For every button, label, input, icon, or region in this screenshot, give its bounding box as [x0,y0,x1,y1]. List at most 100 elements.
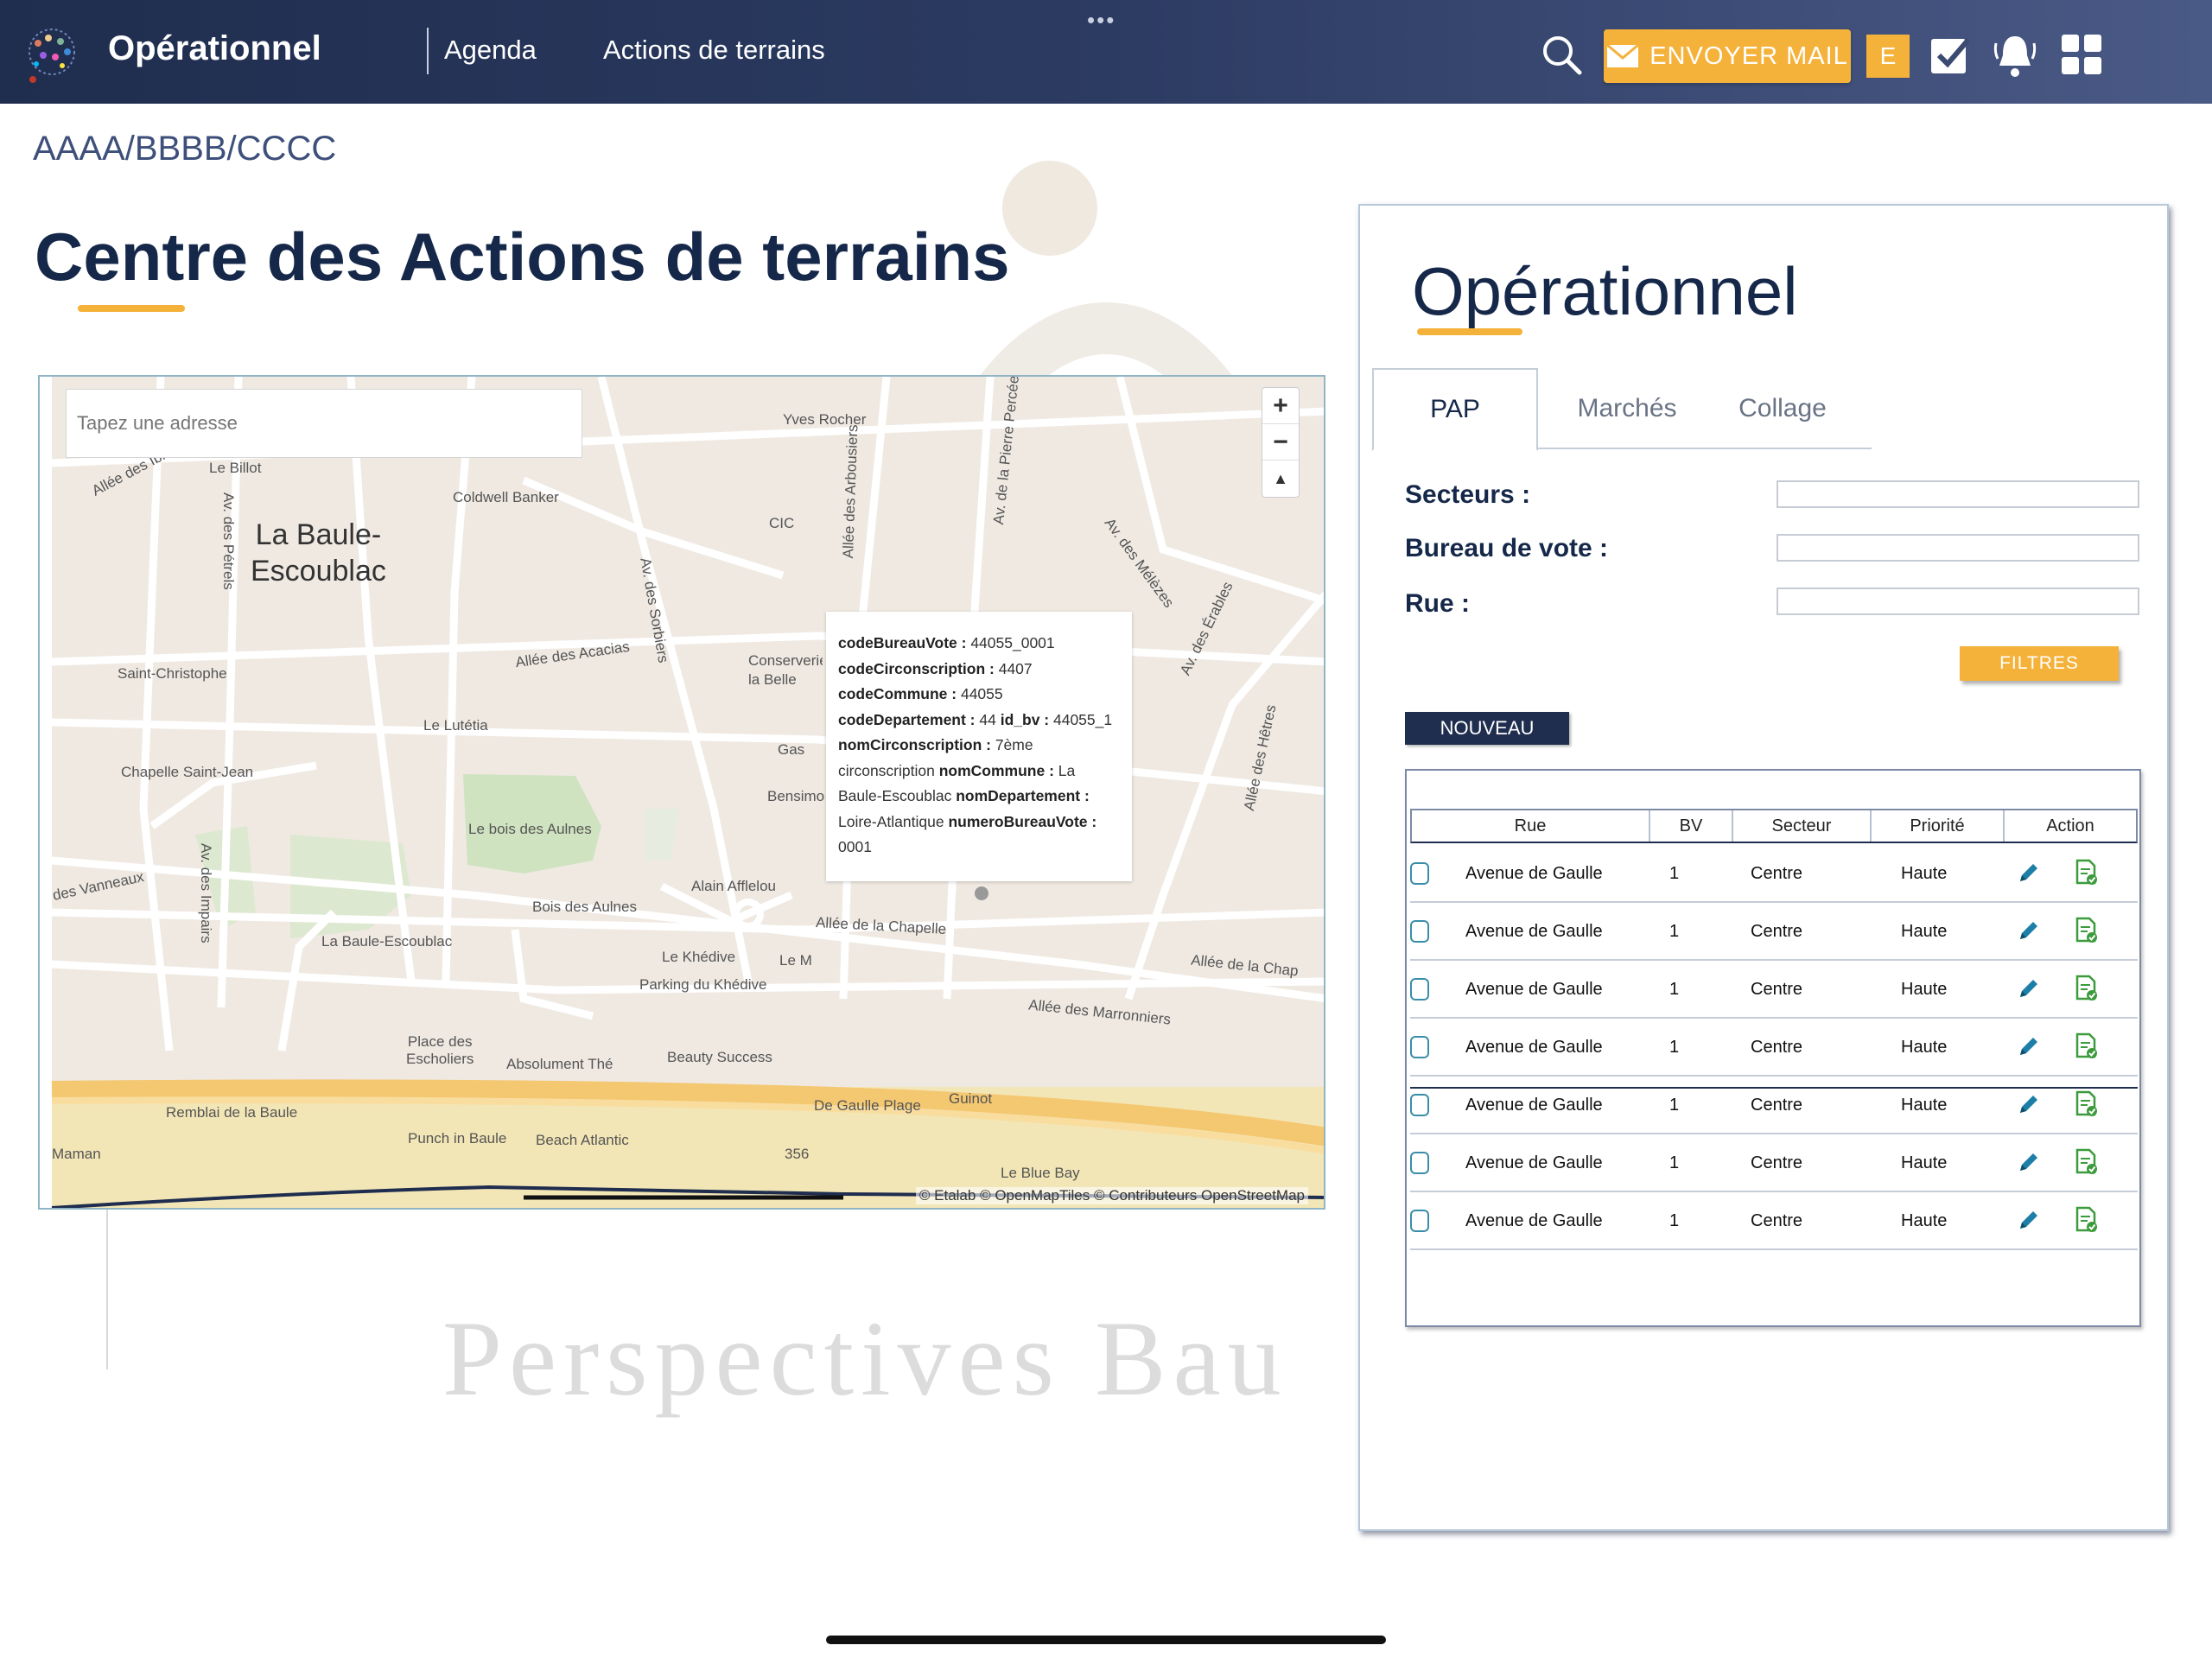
document-validate-icon[interactable] [2075,859,2098,886]
zoom-out-button[interactable]: − [1262,424,1299,461]
map-poi-label: Bensimon [767,788,824,804]
title-underline [78,305,185,312]
map-city-label: La Baule- Escoublac [251,518,386,588]
map-poi-label: Beauty Success [667,1049,772,1065]
rue-label: Rue : [1405,589,1470,618]
table-header: Rue BV Secteur Priorité Action [1410,809,2138,843]
secteurs-input[interactable] [1777,480,2139,508]
breadcrumb[interactable]: AAAA/BBBB/CCCC [33,130,336,168]
send-mail-button[interactable]: ENVOYER MAIL [1604,29,1851,83]
map-poi-label: Parking du Khédive [639,976,767,993]
zoom-in-button[interactable]: + [1262,388,1299,424]
document-validate-icon[interactable] [2075,975,2098,1002]
brain-logo-icon[interactable] [21,26,88,86]
popup-key: codeCommune : [838,685,957,702]
row-checkbox[interactable] [1410,1152,1429,1174]
mail-icon [1606,44,1640,67]
cell-rue: Avenue de Gaulle [1465,1211,1603,1230]
document-validate-icon[interactable] [2075,1148,2098,1176]
map-poi-label: 356 [785,1146,810,1162]
edit-pencil-icon[interactable] [2017,1208,2041,1232]
map-street-label: Av. des Impairs [198,843,214,943]
table-row[interactable]: Avenue de Gaulle 1 Centre Haute [1410,1077,2138,1134]
edit-pencil-icon[interactable] [2017,1034,2041,1058]
col-rue[interactable]: Rue [1412,810,1650,842]
map[interactable]: La Baule- Escoublac Yves Rocher Le Billot… [38,375,1325,1210]
row-checkbox[interactable] [1410,1094,1429,1116]
bell-icon[interactable] [1993,31,2037,81]
document-validate-icon[interactable] [2075,1032,2098,1060]
app-root: Opérationnel Agenda Actions de terrains … [0,0,2212,1658]
apps-grid-icon[interactable] [2062,35,2101,74]
nav-actions-de-terrains[interactable]: Actions de terrains [603,35,825,66]
document-validate-icon[interactable] [2075,1090,2098,1118]
nav-divider [427,28,429,74]
nav-agenda[interactable]: Agenda [444,35,537,66]
rue-input[interactable] [1777,588,2139,615]
nouveau-button[interactable]: NOUVEAU [1405,712,1569,745]
row-checkbox[interactable] [1410,862,1429,885]
col-secteur[interactable]: Secteur [1733,810,1872,842]
edit-pencil-icon[interactable] [2017,976,2041,1001]
row-checkbox[interactable] [1410,920,1429,943]
app-title: Opérationnel [108,29,321,67]
row-checkbox[interactable] [1410,1036,1429,1058]
cell-rue: Avenue de Gaulle [1465,1096,1603,1115]
table-row[interactable]: Avenue de Gaulle 1 Centre Haute [1410,845,2138,903]
map-poi-label: La Baule-Escoublac [321,933,453,950]
cell-secteur: Centre [1751,980,1803,999]
map-poi-label: Bois des Aulnes [532,899,637,915]
cell-secteur: Centre [1751,1038,1803,1057]
row-checkbox[interactable] [1410,1210,1429,1232]
watermark-text: Perspectives Bau [442,1299,1288,1418]
map-street-label: Remblai de la Baule [166,1104,298,1121]
col-bv[interactable]: BV [1650,810,1733,842]
table-row[interactable]: Avenue de Gaulle 1 Centre Haute [1410,961,2138,1019]
edit-pencil-icon[interactable] [2017,1092,2041,1116]
cell-rue: Avenue de Gaulle [1465,980,1603,999]
more-dots-icon[interactable]: ••• [1087,7,1116,34]
cell-bv: 1 [1669,1153,1680,1172]
table-row[interactable]: Avenue de Gaulle 1 Centre Haute [1410,1019,2138,1077]
cell-bv: 1 [1669,1038,1680,1057]
document-validate-icon[interactable] [2075,1206,2098,1234]
popup-value: 44 [975,710,1001,728]
cell-secteur: Centre [1751,1153,1803,1172]
address-search-input[interactable] [66,389,582,458]
table-row[interactable]: Avenue de Gaulle 1 Centre Haute [1410,903,2138,961]
popup-value: 44055_0001 [966,634,1055,651]
user-badge[interactable]: E [1866,35,1910,78]
row-checkbox[interactable] [1410,978,1429,1001]
map-poi-label: Le M [779,952,812,969]
top-bar: Opérationnel Agenda Actions de terrains … [0,0,2212,104]
table-row[interactable]: Avenue de Gaulle 1 Centre Haute [1410,1192,2138,1250]
col-priorite[interactable]: Priorité [1872,810,2005,842]
operational-panel: Opérationnel PAP Marchés Collage Secteur… [1358,204,2169,1531]
cell-secteur: Centre [1751,1211,1803,1230]
map-poi-label: Maman [52,1146,101,1162]
search-icon[interactable] [1540,33,1583,76]
map-poi-label: Saint-Christophe [118,665,227,682]
edit-pencil-icon[interactable] [2017,918,2041,943]
edit-pencil-icon[interactable] [2017,1150,2041,1174]
document-validate-icon[interactable] [2075,917,2098,944]
popup-key: codeBureauVote : [838,634,967,651]
map-street-label: Av. des Pétrels [220,492,237,590]
tab-collage[interactable]: Collage [1718,368,1847,449]
map-attribution[interactable]: © Etalab © OpenMapTiles © Contributeurs … [915,1187,1308,1204]
panel-title: Opérationnel [1412,253,1798,329]
tab-marches[interactable]: Marchés [1554,368,1700,449]
cell-bv: 1 [1669,1211,1680,1230]
panel-title-underline [1417,328,1522,335]
filtres-button[interactable]: FILTRES [1960,646,2119,681]
edit-pencil-icon[interactable] [2017,861,2041,885]
table-row[interactable]: Avenue de Gaulle 1 Centre Haute [1410,1134,2138,1192]
bureau-de-vote-input[interactable] [1777,534,2139,562]
tab-pap[interactable]: PAP [1372,368,1538,451]
popup-key: codeDepartement : [838,710,976,728]
secteurs-label: Secteurs : [1405,480,1531,509]
checkbox-icon[interactable] [1929,35,1972,78]
map-poi-label: De Gaulle Plage [814,1097,921,1114]
reset-north-button[interactable]: ▲ [1262,461,1299,497]
cell-priorite: Haute [1901,1096,1948,1115]
